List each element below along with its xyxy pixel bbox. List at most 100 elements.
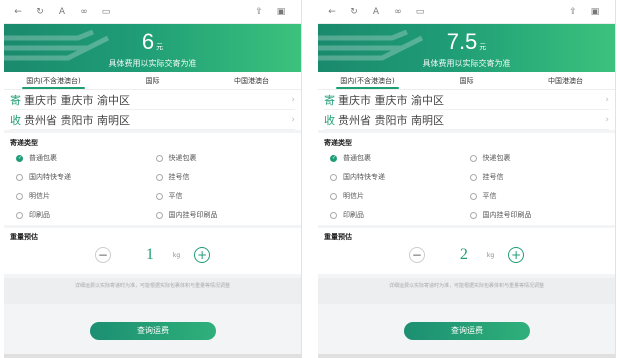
receiver-tag: 收 <box>10 113 21 127</box>
plus-button[interactable]: + <box>508 247 525 263</box>
radio-icon[interactable] <box>16 211 23 219</box>
option-label: 国内特快专递 <box>343 173 385 181</box>
query-fee-button[interactable]: 查询运费 <box>404 322 530 340</box>
option-regular-parcel[interactable]: 普通包裹 <box>330 152 470 164</box>
refresh-icon[interactable]: ↻ <box>346 4 362 20</box>
link-icon[interactable]: ∞ <box>76 4 92 20</box>
box-icon[interactable]: ▣ <box>587 4 603 20</box>
back-icon[interactable]: ← <box>324 4 340 20</box>
panel-right: ← ↻ A ∞ ▭ ⇪ ▣ 7.5 元 具体费用以实际交寄为准 国内(不含港澳台)… <box>318 0 616 358</box>
weight-section: 重量预估 − 1 kg + <box>4 228 301 274</box>
browser-toolbar: ← ↻ A ∞ ▭ ⇪ ▣ <box>4 0 301 24</box>
radio-icon[interactable] <box>330 211 337 219</box>
price-header: 6元 具体费用以实际交寄为准 <box>4 24 301 72</box>
receiver-address-row[interactable]: 收 贵州省 贵阳市 南明区 › <box>324 110 609 130</box>
receiver-tag: 收 <box>324 113 335 127</box>
option-express-parcel[interactable]: 快递包裹 <box>155 152 296 164</box>
region-tabs: 国内(不含港澳台) 国际 中国港澳台 <box>318 72 615 90</box>
weight-title: 重量预估 <box>324 233 352 241</box>
radio-icon[interactable] <box>469 173 477 181</box>
radio-checked-icon[interactable] <box>16 154 23 162</box>
chevron-right-icon: › <box>291 94 295 105</box>
share-icon[interactable]: ⇪ <box>251 4 267 20</box>
tab-domestic[interactable]: 国内(不含港澳台) <box>318 72 417 90</box>
chevron-right-icon: › <box>605 94 609 105</box>
option-postcard[interactable]: 明信片 <box>16 190 156 202</box>
tab-hk-macau-taiwan[interactable]: 中国港澳台 <box>202 72 301 90</box>
price-value: 6 <box>141 29 155 54</box>
share-icon[interactable]: ⇪ <box>565 4 581 20</box>
tab-international[interactable]: 国际 <box>417 72 516 90</box>
option-domestic-ems[interactable]: 国内特快专递 <box>330 171 470 183</box>
chevron-right-icon: › <box>605 114 609 125</box>
radio-icon[interactable] <box>469 154 477 162</box>
weight-stepper: − 2 kg + <box>324 246 609 264</box>
bookmark-icon[interactable]: ▭ <box>412 4 428 20</box>
option-label: 印刷品 <box>29 211 50 219</box>
tab-domestic[interactable]: 国内(不含港澳台) <box>4 72 103 90</box>
radio-icon[interactable] <box>16 173 23 181</box>
radio-icon[interactable] <box>155 154 163 162</box>
weight-value[interactable]: 1 <box>143 246 157 264</box>
sender-address-row[interactable]: 寄 重庆市 重庆市 渝中区 › <box>10 90 295 110</box>
bookmark-icon[interactable]: ▭ <box>98 4 114 20</box>
radio-icon[interactable] <box>16 192 23 200</box>
mail-type-title: 寄递类型 <box>10 139 38 147</box>
radio-icon[interactable] <box>155 173 163 181</box>
radio-icon[interactable] <box>155 192 163 200</box>
radio-icon[interactable] <box>155 211 163 219</box>
tab-hk-macau-taiwan[interactable]: 中国港澳台 <box>516 72 615 90</box>
mail-type-title: 寄递类型 <box>324 139 352 147</box>
option-label: 国内挂号印刷品 <box>482 211 532 219</box>
price-note: 具体费用以实际交寄为准 <box>108 59 197 68</box>
receiver-address: 贵州省 贵阳市 南明区 <box>24 113 130 127</box>
refresh-icon[interactable]: ↻ <box>32 4 48 20</box>
text-size-icon[interactable]: A <box>54 4 70 20</box>
disclaimer-notice: 详细运费以实际寄递时为准，可能根据实际包裹体积与重量等情况调整 <box>318 278 615 304</box>
option-label: 印刷品 <box>343 211 364 219</box>
option-registered-letter[interactable]: 挂号信 <box>469 171 610 183</box>
option-registered-letter[interactable]: 挂号信 <box>155 171 296 183</box>
price-value: 7.5 <box>446 29 478 54</box>
option-ordinary-letter[interactable]: 平信 <box>155 190 296 202</box>
weight-stepper: − 1 kg + <box>10 246 295 264</box>
mail-type-section: 寄递类型 普通包裹 快递包裹 国内特快专递 挂号信 明信片 平信 印刷品 国内挂… <box>4 133 301 225</box>
text-size-icon[interactable]: A <box>368 4 384 20</box>
option-printed-matter[interactable]: 印刷品 <box>16 209 156 221</box>
box-icon[interactable]: ▣ <box>273 4 289 20</box>
receiver-address-row[interactable]: 收 贵州省 贵阳市 南明区 › <box>10 110 295 130</box>
receiver-address: 贵州省 贵阳市 南明区 <box>338 113 444 127</box>
weight-unit: kg <box>486 251 495 259</box>
plus-button[interactable]: + <box>194 247 211 263</box>
option-regular-parcel[interactable]: 普通包裹 <box>16 152 156 164</box>
radio-icon[interactable] <box>469 211 477 219</box>
option-express-parcel[interactable]: 快递包裹 <box>469 152 610 164</box>
radio-checked-icon[interactable] <box>330 154 337 162</box>
option-printed-matter[interactable]: 印刷品 <box>330 209 470 221</box>
radio-icon[interactable] <box>330 173 337 181</box>
option-registered-printed-matter[interactable]: 国内挂号印刷品 <box>155 209 296 221</box>
minus-button[interactable]: − <box>408 247 425 263</box>
disclaimer-notice: 详细运费以实际寄递时为准，可能根据实际包裹体积与重量等情况调整 <box>4 278 301 304</box>
option-postcard[interactable]: 明信片 <box>330 190 470 202</box>
radio-icon[interactable] <box>469 192 477 200</box>
option-label: 平信 <box>168 192 183 200</box>
bottom-bar <box>318 354 615 358</box>
option-registered-printed-matter[interactable]: 国内挂号印刷品 <box>469 209 610 221</box>
query-fee-button[interactable]: 查询运费 <box>90 322 216 340</box>
radio-icon[interactable] <box>330 192 337 200</box>
price-note: 具体费用以实际交寄为准 <box>422 59 511 68</box>
option-domestic-ems[interactable]: 国内特快专递 <box>16 171 156 183</box>
option-ordinary-letter[interactable]: 平信 <box>469 190 610 202</box>
panel-left: ← ↻ A ∞ ▭ ⇪ ▣ 6元 具体费用以实际交寄为准 国内(不含港澳台) 国… <box>4 0 302 358</box>
address-block: 寄 重庆市 重庆市 渝中区 › 收 贵州省 贵阳市 南明区 › <box>318 90 615 130</box>
price-display: 6元 <box>4 30 301 60</box>
weight-value[interactable]: 2 <box>457 246 471 264</box>
sender-address-row[interactable]: 寄 重庆市 重庆市 渝中区 › <box>324 90 609 110</box>
minus-button[interactable]: − <box>94 247 111 263</box>
option-label: 普通包裹 <box>343 154 371 162</box>
back-icon[interactable]: ← <box>10 4 26 20</box>
link-icon[interactable]: ∞ <box>390 4 406 20</box>
tab-international[interactable]: 国际 <box>103 72 202 90</box>
mail-type-options: 普通包裹 快递包裹 国内特快专递 挂号信 明信片 平信 印刷品 国内挂号印刷品 <box>10 152 295 221</box>
